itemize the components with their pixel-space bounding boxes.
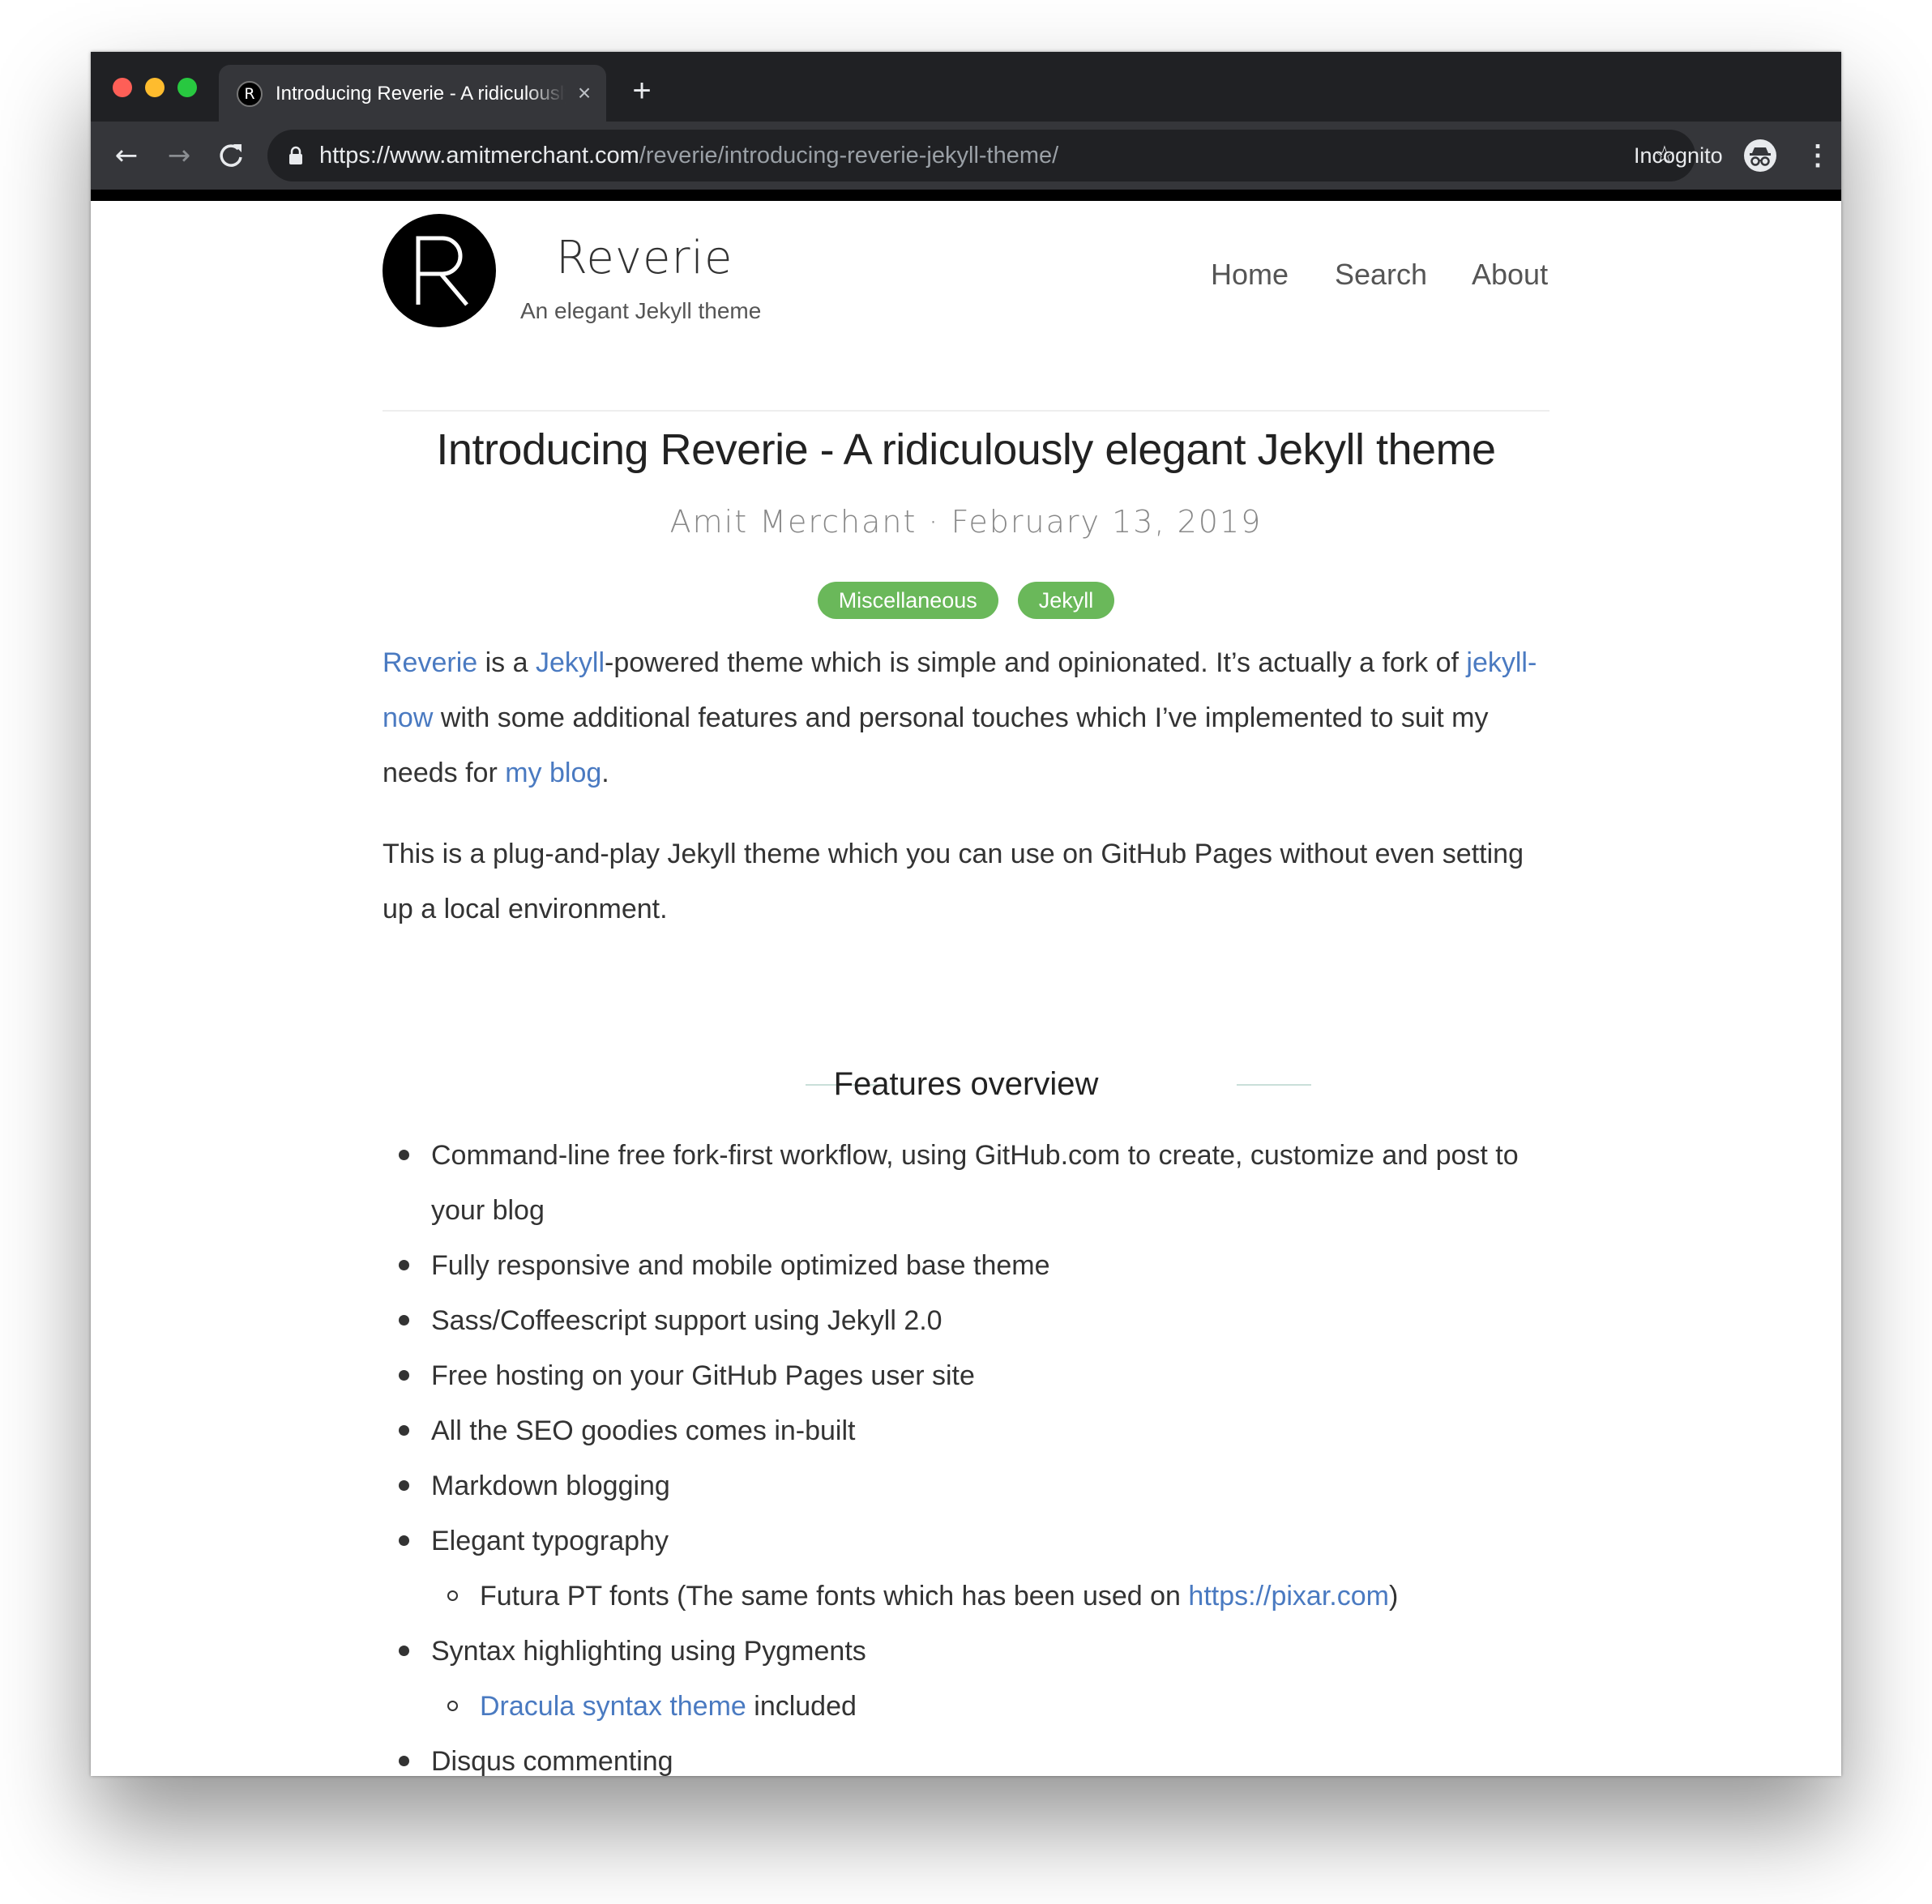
bullet-icon (399, 1425, 409, 1436)
site-name[interactable]: Reverie (556, 230, 733, 287)
hollow-bullet-icon (447, 1590, 458, 1601)
site-description: An elegant Jekyll theme (520, 298, 762, 323)
list-item: Syntax highlighting using Pygments (383, 1624, 1549, 1679)
bullet-icon (399, 1756, 409, 1766)
intro-paragraph: Reverie is a Jekyll-powered theme which … (383, 635, 1549, 800)
list-item-text: Disqus commenting (431, 1746, 673, 1776)
link-jekyll[interactable]: Jekyll (536, 647, 605, 678)
bullet-icon (399, 1480, 409, 1491)
forward-arrow-icon[interactable]: → (161, 138, 197, 173)
close-window-button[interactable] (113, 78, 132, 97)
browser-tab-active[interactable]: R Introducing Reverie - A ridiculously e… (219, 65, 606, 122)
features-list: Command-line free fork-first workflow, u… (383, 1128, 1549, 1776)
sub-list-item-text: included (746, 1691, 857, 1722)
list-item: Command-line free fork-first workflow, u… (383, 1128, 1549, 1238)
list-item-text: All the SEO goodies comes in-built (431, 1415, 856, 1446)
incognito-label[interactable]: Incognito (1634, 138, 1723, 173)
heading-rule-right (1237, 1084, 1311, 1086)
post-tags: Miscellaneous Jekyll (383, 582, 1549, 619)
page-content: Reverie An elegant Jekyll theme Home Sea… (91, 201, 1841, 1776)
favicon-icon: R (237, 81, 263, 107)
reload-icon[interactable] (213, 138, 249, 173)
incognito-icon[interactable] (1744, 139, 1776, 172)
site-avatar[interactable] (383, 214, 496, 327)
nav-link-search[interactable]: Search (1335, 254, 1427, 295)
post-meta: Amit Merchant · February 13, 2019 (669, 504, 1263, 540)
url-path: /reverie/introducing-reverie-jekyll-them… (639, 143, 1059, 169)
bullet-icon (399, 1315, 409, 1326)
list-item-text: Markdown blogging (431, 1471, 670, 1501)
lock-icon (289, 146, 302, 164)
list-item-text: Fully responsive and mobile optimized ba… (431, 1250, 1050, 1281)
bullet-icon (399, 1260, 409, 1270)
browser-toolbar: ← → https://www.amitmerchant.com/reverie… (91, 122, 1841, 190)
back-arrow-icon[interactable]: ← (109, 138, 144, 173)
post-title: Introducing Reverie - A ridiculously ele… (436, 425, 1496, 474)
features-heading: Features overview (383, 1052, 1549, 1116)
list-item: All the SEO goodies comes in-built (383, 1403, 1549, 1458)
list-item-text: Free hosting on your GitHub Pages user s… (431, 1360, 975, 1391)
list-item: Free hosting on your GitHub Pages user s… (383, 1348, 1549, 1403)
address-bar[interactable]: https://www.amitmerchant.com/reverie/int… (267, 130, 1695, 181)
maximize-window-button[interactable] (177, 78, 197, 97)
list-item: Sass/Coffeescript support using Jekyll 2… (383, 1293, 1549, 1348)
list-item: Elegant typography (383, 1513, 1549, 1569)
list-item: Disqus commenting (383, 1734, 1549, 1776)
toolbar-divider (91, 190, 1841, 201)
browser-window: R Introducing Reverie - A ridiculously e… (91, 52, 1841, 1776)
url-text: https://www.amitmerchant.com/reverie/int… (319, 138, 1058, 173)
sub-list-item: Futura PT fonts (The same fonts which ha… (383, 1569, 1549, 1624)
list-item: Fully responsive and mobile optimized ba… (383, 1238, 1549, 1293)
url-host: https://www.amitmerchant.com (319, 143, 639, 169)
bullet-icon (399, 1646, 409, 1656)
nav-link-home[interactable]: Home (1211, 254, 1289, 295)
list-item-text: Command-line free fork-first workflow, u… (431, 1140, 1519, 1226)
link-my-blog[interactable]: my blog (505, 758, 601, 788)
list-item: Markdown blogging (383, 1458, 1549, 1513)
sub-list-item-text: Futura PT fonts (The same fonts which ha… (480, 1581, 1189, 1612)
list-item-text: Syntax highlighting using Pygments (431, 1636, 866, 1667)
link-dracula-theme[interactable]: Dracula syntax theme (480, 1691, 746, 1722)
browser-titlebar: R Introducing Reverie - A ridiculously e… (91, 52, 1841, 122)
tab-title: Introducing Reverie - A ridiculously ele… (276, 83, 566, 105)
intro-text-4: . (601, 758, 609, 788)
plus-icon[interactable]: + (627, 75, 656, 107)
close-icon[interactable]: × (572, 81, 596, 105)
list-item-text: Sass/Coffeescript support using Jekyll 2… (431, 1305, 942, 1336)
minimize-window-button[interactable] (145, 78, 165, 97)
sub-list-item-text-end: ) (1388, 1581, 1399, 1612)
list-item-text: Elegant typography (431, 1526, 669, 1556)
header-divider (383, 410, 1549, 412)
bullet-icon (399, 1535, 409, 1546)
menu-icon[interactable]: ⋮ (1804, 138, 1832, 173)
nav-link-about[interactable]: About (1472, 254, 1548, 295)
intro-text-2: -powered theme which is simple and opini… (605, 647, 1467, 678)
plug-and-play-paragraph: This is a plug-and-play Jekyll theme whi… (383, 839, 1524, 924)
link-reverie[interactable]: Reverie (383, 647, 477, 678)
bullet-icon (399, 1370, 409, 1381)
hollow-bullet-icon (447, 1701, 458, 1711)
bullet-icon (399, 1150, 409, 1160)
sub-list-item: Dracula syntax theme included (383, 1679, 1549, 1734)
link-pixar[interactable]: https://pixar.com (1188, 1581, 1389, 1612)
features-heading-text: Features overview (833, 1066, 1099, 1102)
tag-miscellaneous[interactable]: Miscellaneous (817, 582, 998, 619)
tag-jekyll[interactable]: Jekyll (1017, 582, 1115, 619)
intro-text-1: is a (477, 647, 536, 678)
